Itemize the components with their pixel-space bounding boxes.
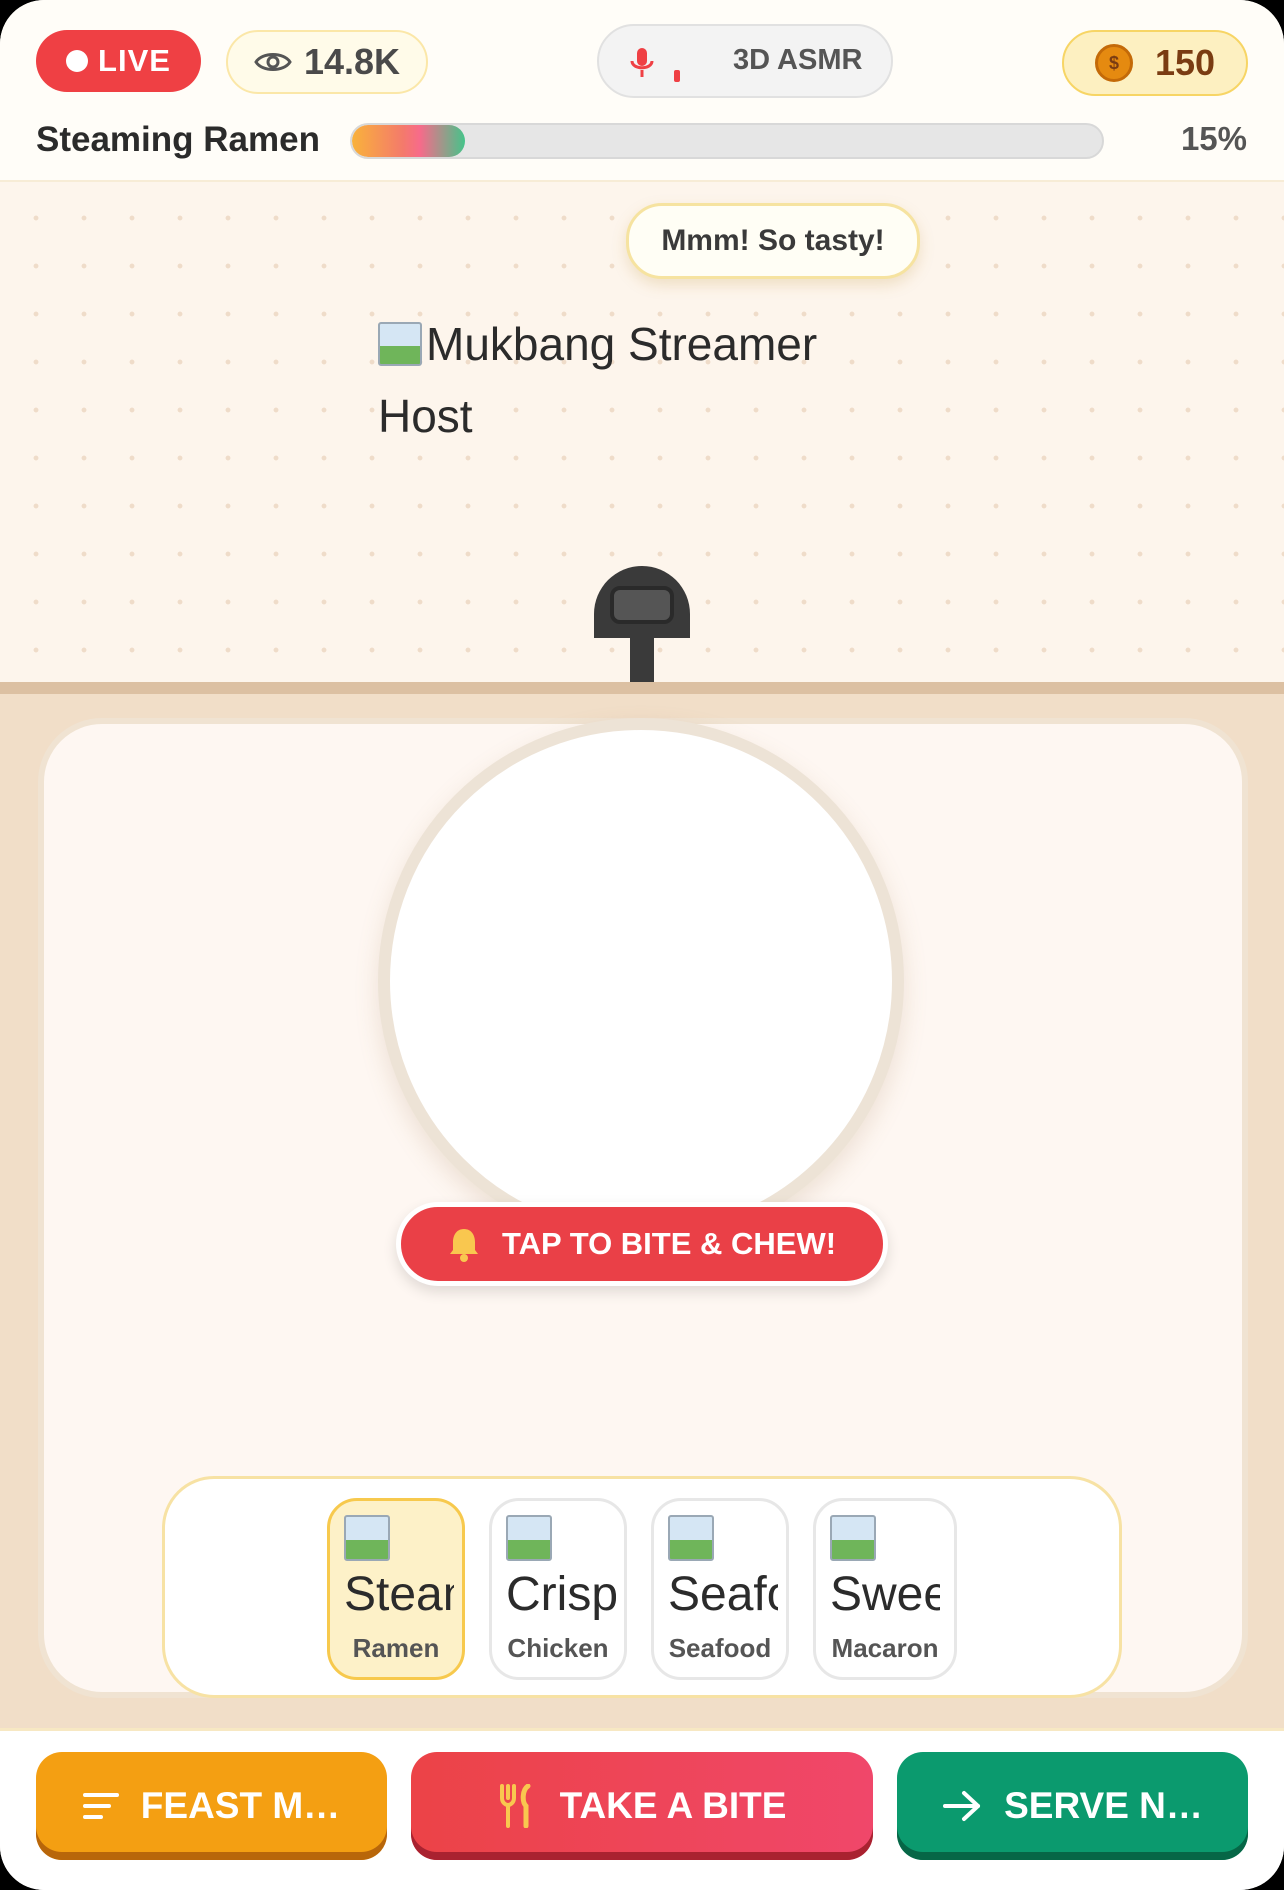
serve-next-button[interactable]: SERVE N… (897, 1752, 1248, 1860)
viewer-count: 14.8K (303, 41, 401, 82)
broken-image-icon (506, 1515, 552, 1561)
fork-knife-icon (499, 1784, 531, 1828)
take-a-bite-button[interactable]: TAKE A BITE (411, 1752, 873, 1860)
live-label: LIVE (98, 43, 171, 78)
table-edge (0, 682, 1284, 694)
broken-image-icon (668, 1515, 714, 1561)
bell-icon (449, 1229, 478, 1262)
viewer-count-badge: 14.8K (226, 30, 428, 94)
arrow-right-icon (943, 1791, 981, 1821)
broken-image-icon (830, 1515, 876, 1561)
dish-option-seafood[interactable]: Seafood Seafood (651, 1498, 789, 1680)
food-bowl[interactable] (378, 718, 904, 1244)
take-a-bite-label: TAKE A BITE (559, 1785, 787, 1826)
coin-count: 150 (1154, 42, 1216, 83)
dish-option-macaron[interactable]: Sweet Macaron Macaron (813, 1498, 957, 1680)
microphone-icon (630, 48, 654, 77)
dish-image-alt: Seafood (668, 1568, 778, 1621)
dish-name: Seafood (668, 1633, 772, 1663)
dish-image-alt: Crispy Chicken (506, 1568, 616, 1621)
dish-name: Macaron (831, 1633, 939, 1663)
host-image-alt: Mukbang Streamer Host (378, 318, 818, 442)
live-badge: LIVE (36, 30, 201, 92)
host-image: Mukbang Streamer Host (378, 308, 858, 452)
app-screen: LIVE 14.8K 3D ASMR $ 150 Steaming Ramen (0, 0, 1284, 1890)
coin-icon: $ (1094, 44, 1133, 82)
live-dot-icon (66, 50, 89, 72)
serve-next-label: SERVE N… (1004, 1785, 1203, 1826)
stand-microphone-icon (594, 566, 690, 682)
feast-menu-button[interactable]: FEAST M… (36, 1752, 387, 1860)
eye-icon (254, 53, 292, 71)
speech-bubble: Mmm! So tasty! (626, 203, 920, 279)
menu-lines-icon (82, 1793, 119, 1819)
broken-image-icon (344, 1515, 390, 1561)
broken-image-icon (378, 322, 422, 366)
asmr-mode-toggle[interactable]: 3D ASMR (597, 24, 893, 98)
top-bar: LIVE 14.8K 3D ASMR $ 150 Steaming Ramen (0, 0, 1284, 180)
tap-to-bite-hint[interactable]: TAP TO BITE & CHEW! (396, 1202, 888, 1286)
progress-percent: 15% (1180, 120, 1247, 157)
dish-image-alt: Steaming Ramen (344, 1568, 454, 1621)
dish-name: Ramen (352, 1633, 440, 1663)
dish-option-ramen[interactable]: Steaming Ramen Ramen (327, 1498, 465, 1680)
hint-label: TAP TO BITE & CHEW! (501, 1226, 837, 1261)
dish-title: Steaming Ramen (36, 120, 320, 159)
progress-fill (352, 125, 465, 157)
coin-balance[interactable]: $ 150 (1062, 30, 1248, 96)
eating-progress-bar (350, 123, 1104, 159)
dish-selector (162, 1476, 1122, 1698)
dish-image-alt: Sweet Macaron (830, 1568, 940, 1621)
feast-menu-label: FEAST M… (140, 1785, 341, 1826)
dish-name: Chicken (507, 1633, 609, 1663)
asmr-label: 3D ASMR (733, 44, 863, 76)
dish-option-chicken[interactable]: Crispy Chicken Chicken (489, 1498, 627, 1680)
audio-level-meter (674, 70, 680, 82)
